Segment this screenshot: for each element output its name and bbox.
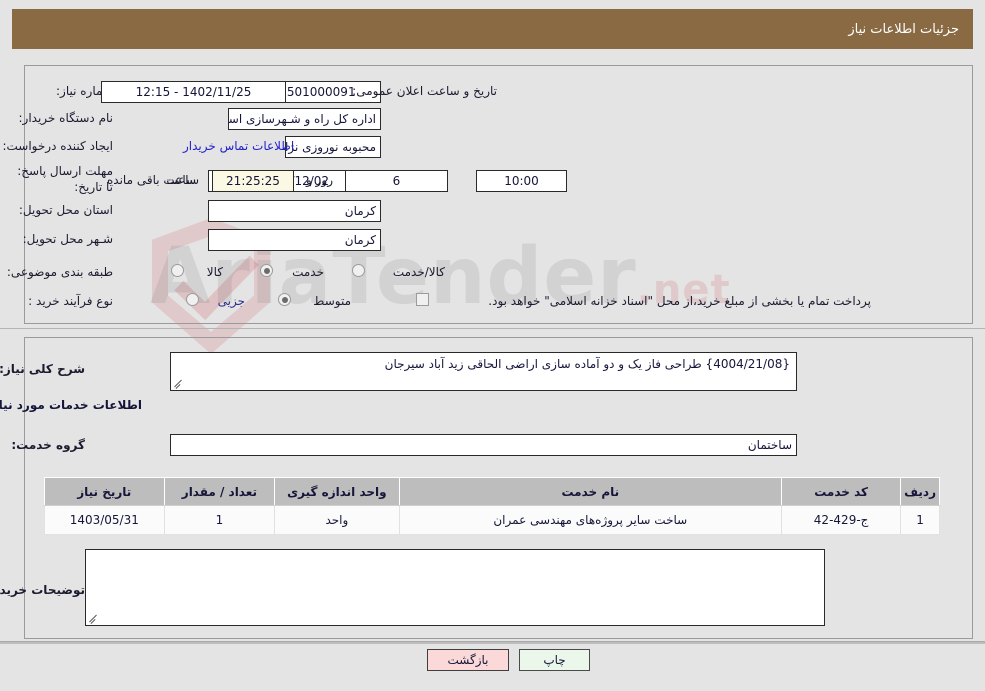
cell-service-name: ساخت سایر پروژه‌های مهندسی عمران bbox=[398, 505, 783, 535]
th-service-code: کد خدمت bbox=[781, 477, 902, 506]
treasury-documents-text: پرداخت تمام یا بخشی از مبلغ خرید،از محل … bbox=[488, 294, 871, 308]
radio-category-kala-khedmat-label: کالا/خدمت bbox=[392, 265, 445, 279]
remaining-days-label: روز و bbox=[306, 173, 333, 187]
subject-category-label: طبقه بندی موضوعی: bbox=[6, 265, 113, 279]
table-header-row: ردیف کد خدمت نام خدمت واحد اندازه گیری ت… bbox=[44, 477, 940, 506]
countdown-label: ساعت باقی مانده bbox=[107, 173, 197, 187]
radio-category-khedmat-label: خدمت bbox=[292, 265, 324, 279]
need-details-panel bbox=[24, 65, 973, 324]
buyer-org-label: نام دستگاه خریدار: bbox=[18, 111, 114, 125]
radio-category-kala[interactable] bbox=[171, 264, 184, 277]
cell-need-date: 1403/05/31 bbox=[44, 505, 165, 535]
cell-row-index: 1 bbox=[900, 505, 940, 535]
services-section-title: اطلاعات خدمات مورد نیاز bbox=[0, 398, 142, 412]
request-creator-field[interactable]: محبوبه نوروزی نژاد کارشناس پیمان و رسیدگ… bbox=[285, 136, 381, 158]
page-title: جزئیات اطلاعات نیاز bbox=[848, 21, 959, 37]
th-quantity: تعداد / مقدار bbox=[163, 477, 276, 506]
announce-datetime-field[interactable]: 1402/11/25 - 12:15 bbox=[101, 81, 286, 103]
page-header-bar: جزئیات اطلاعات نیاز bbox=[12, 9, 973, 49]
resize-grip-icon[interactable] bbox=[174, 379, 183, 388]
remaining-days-field[interactable]: 6 bbox=[345, 170, 448, 192]
th-service-name: نام خدمت bbox=[398, 477, 783, 506]
footer-divider bbox=[0, 641, 985, 644]
announce-datetime-label: تاریخ و ساعت اعلان عمومی: bbox=[352, 84, 497, 98]
services-table: ردیف کد خدمت نام خدمت واحد اندازه گیری ت… bbox=[44, 477, 940, 535]
cell-service-code: ج-429-42 bbox=[781, 505, 902, 535]
purchase-process-label: نوع فرآیند خرید : bbox=[28, 294, 113, 308]
section-divider bbox=[0, 328, 985, 329]
deadline-hour-field[interactable]: 10:00 bbox=[476, 170, 567, 192]
delivery-province-field[interactable]: کرمان bbox=[208, 200, 381, 222]
print-button[interactable]: چاپ bbox=[519, 649, 590, 671]
need-summary-label: شرح کلی نیاز: bbox=[0, 362, 85, 376]
th-row-index: ردیف bbox=[900, 477, 940, 506]
th-need-date: تاریخ نیاز bbox=[44, 477, 165, 506]
cell-measure-unit: واحد bbox=[274, 505, 400, 535]
delivery-province-label: استان محل تحویل: bbox=[18, 203, 113, 217]
buyer-notes-label: توضیحات خریدار: bbox=[0, 583, 85, 597]
cell-quantity: 1 bbox=[163, 505, 276, 535]
response-deadline-label: مهلت ارسال پاسخ: تا تاریخ: bbox=[17, 164, 113, 194]
service-group-field[interactable]: ساختمان bbox=[170, 434, 797, 456]
buyer-org-field[interactable]: اداره کل راه و شـهرسازی استان کرمان bbox=[228, 108, 381, 130]
delivery-city-label: شـهر محل تحویل: bbox=[22, 232, 113, 246]
table-row: 1 ج-429-42 ساخت سایر پروژه‌های مهندسی عم… bbox=[44, 505, 940, 535]
radio-category-kala-khedmat[interactable] bbox=[352, 264, 365, 277]
need-summary-text: {4004/21/08} طراحی فاز یک و دو آماده ساز… bbox=[384, 357, 790, 371]
need-summary-textarea[interactable]: {4004/21/08} طراحی فاز یک و دو آماده ساز… bbox=[170, 352, 797, 391]
resize-grip-icon-notes[interactable] bbox=[89, 614, 98, 623]
radio-category-kala-label: کالا bbox=[206, 265, 223, 279]
th-measure-unit: واحد اندازه گیری bbox=[274, 477, 400, 506]
back-button[interactable]: بازگشت bbox=[427, 649, 509, 671]
buyer-notes-textarea[interactable] bbox=[85, 549, 825, 626]
request-creator-label: ایجاد کننده درخواست: bbox=[2, 139, 113, 153]
delivery-city-field[interactable]: کرمان bbox=[208, 229, 381, 251]
service-group-label: گروه خدمت: bbox=[11, 438, 85, 452]
countdown-timer-field: 21:25:25 bbox=[212, 170, 294, 192]
buyer-contact-link[interactable]: اطلاعات تماس خریدار bbox=[183, 139, 294, 153]
radio-category-khedmat[interactable] bbox=[260, 264, 273, 277]
